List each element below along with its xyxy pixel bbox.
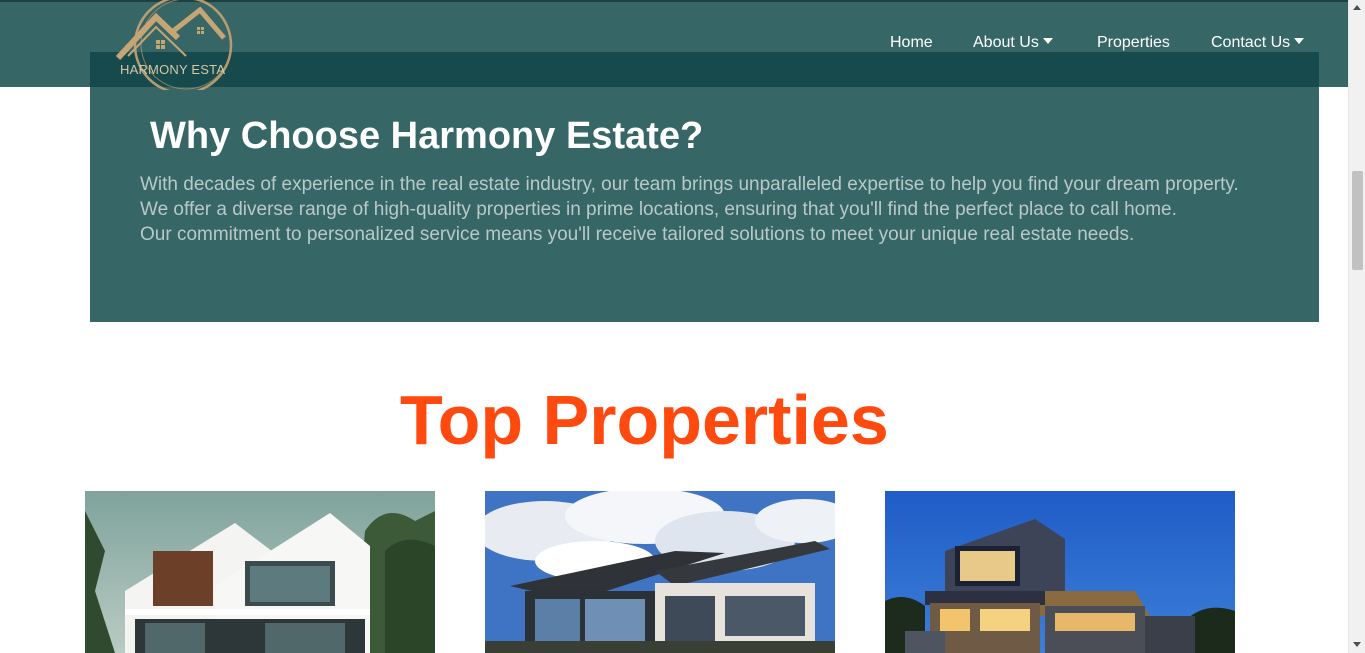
nav-properties[interactable]: Properties <box>1097 34 1170 52</box>
nav-about-us[interactable]: About Us <box>973 34 1053 52</box>
nav-contact-us[interactable]: Contact Us <box>1211 34 1305 52</box>
why-choose-title: Why Choose Harmony Estate? <box>150 115 704 157</box>
caret-down-icon <box>1294 38 1305 44</box>
property-card-2[interactable] <box>485 491 835 653</box>
why-choose-section: Why Choose Harmony Estate? With decades … <box>90 52 1319 322</box>
property-card-3[interactable] <box>885 491 1235 653</box>
scrollbar-thumb[interactable] <box>1352 171 1363 270</box>
why-paragraph-3: Our commitment to personalized service m… <box>140 224 1135 245</box>
why-choose-body: With decades of experience in the real e… <box>140 172 1270 247</box>
property-image-2 <box>485 491 835 653</box>
nav-contact-us-label: Contact Us <box>1211 34 1291 51</box>
property-card-1[interactable] <box>85 491 435 653</box>
scroll-up-icon[interactable] <box>1353 5 1361 10</box>
logo-text: HARMONY ESTA <box>120 62 226 77</box>
nav-home[interactable]: Home <box>890 34 933 52</box>
property-image-1 <box>85 491 435 653</box>
nav-properties-label: Properties <box>1097 34 1170 51</box>
nav-home-label: Home <box>890 34 933 51</box>
top-properties-title: Top Properties <box>400 381 889 459</box>
why-paragraph-2: We offer a diverse range of high-quality… <box>140 199 1177 220</box>
nav-about-us-label: About Us <box>973 34 1039 51</box>
why-paragraph-1: With decades of experience in the real e… <box>140 174 1239 195</box>
vertical-scrollbar[interactable] <box>1348 0 1365 653</box>
scroll-down-icon[interactable] <box>1353 642 1361 647</box>
caret-down-icon <box>1042 38 1053 44</box>
property-image-3 <box>885 491 1235 653</box>
site-logo[interactable]: HARMONY ESTA <box>114 0 238 95</box>
